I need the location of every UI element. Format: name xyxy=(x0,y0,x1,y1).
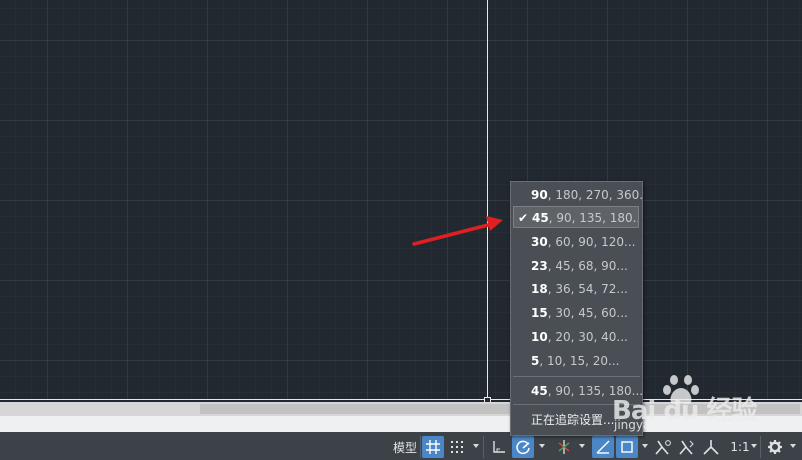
ortho-mode-icon[interactable] xyxy=(488,436,510,458)
grid-toggle-icon[interactable] xyxy=(422,436,444,458)
menu-item-angle-45-selected[interactable]: ✔ 45, 90, 135, 180... xyxy=(513,206,639,228)
polar-tracking-icon[interactable] xyxy=(512,436,534,458)
menu-item-angle-30[interactable]: 30, 60, 90, 120... xyxy=(511,231,642,253)
polar-dropdown-caret[interactable] xyxy=(539,444,545,448)
annotation-visibility-icon[interactable] xyxy=(652,436,674,458)
isometric-dropdown-caret[interactable] xyxy=(579,444,585,448)
snap-dropdown-caret[interactable] xyxy=(473,444,479,448)
workspace-dropdown-caret[interactable] xyxy=(790,444,796,448)
isometric-drafting-icon[interactable] xyxy=(553,436,575,458)
crosshair-vertical xyxy=(487,0,488,400)
watermark-url: jingyan.baidu.com xyxy=(614,418,725,432)
status-separator xyxy=(420,436,421,458)
menu-item-angle-90[interactable]: 90, 180, 270, 360... xyxy=(511,184,642,206)
menu-item-angle-23[interactable]: 23, 45, 68, 90... xyxy=(511,255,642,277)
menu-item-angle-10[interactable]: 10, 20, 30, 40... xyxy=(511,326,642,348)
menu-item-angle-15[interactable]: 15, 30, 45, 60... xyxy=(511,302,642,324)
status-separator xyxy=(483,436,484,458)
drawing-canvas[interactable] xyxy=(0,0,802,400)
menu-item-angle-18[interactable]: 18, 36, 54, 72... xyxy=(511,278,642,300)
model-space-button[interactable]: 模型 xyxy=(390,436,420,458)
menu-separator xyxy=(513,376,640,377)
gear-icon[interactable] xyxy=(764,436,786,458)
annotation-scale-button[interactable]: 1:1 xyxy=(728,436,752,458)
object-snap-tracking-icon[interactable] xyxy=(592,436,614,458)
status-separator xyxy=(760,436,761,458)
annotation-scale-icon[interactable] xyxy=(700,436,722,458)
object-snap-dropdown-caret[interactable] xyxy=(642,444,648,448)
check-icon: ✔ xyxy=(518,211,529,225)
annotation-scale-caret[interactable] xyxy=(751,444,757,448)
annotation-scale-sync-icon[interactable] xyxy=(676,436,698,458)
menu-item-angle-5[interactable]: 5, 10, 15, 20... xyxy=(511,350,642,372)
snap-mode-icon[interactable] xyxy=(446,436,468,458)
object-snap-icon[interactable] xyxy=(616,436,638,458)
